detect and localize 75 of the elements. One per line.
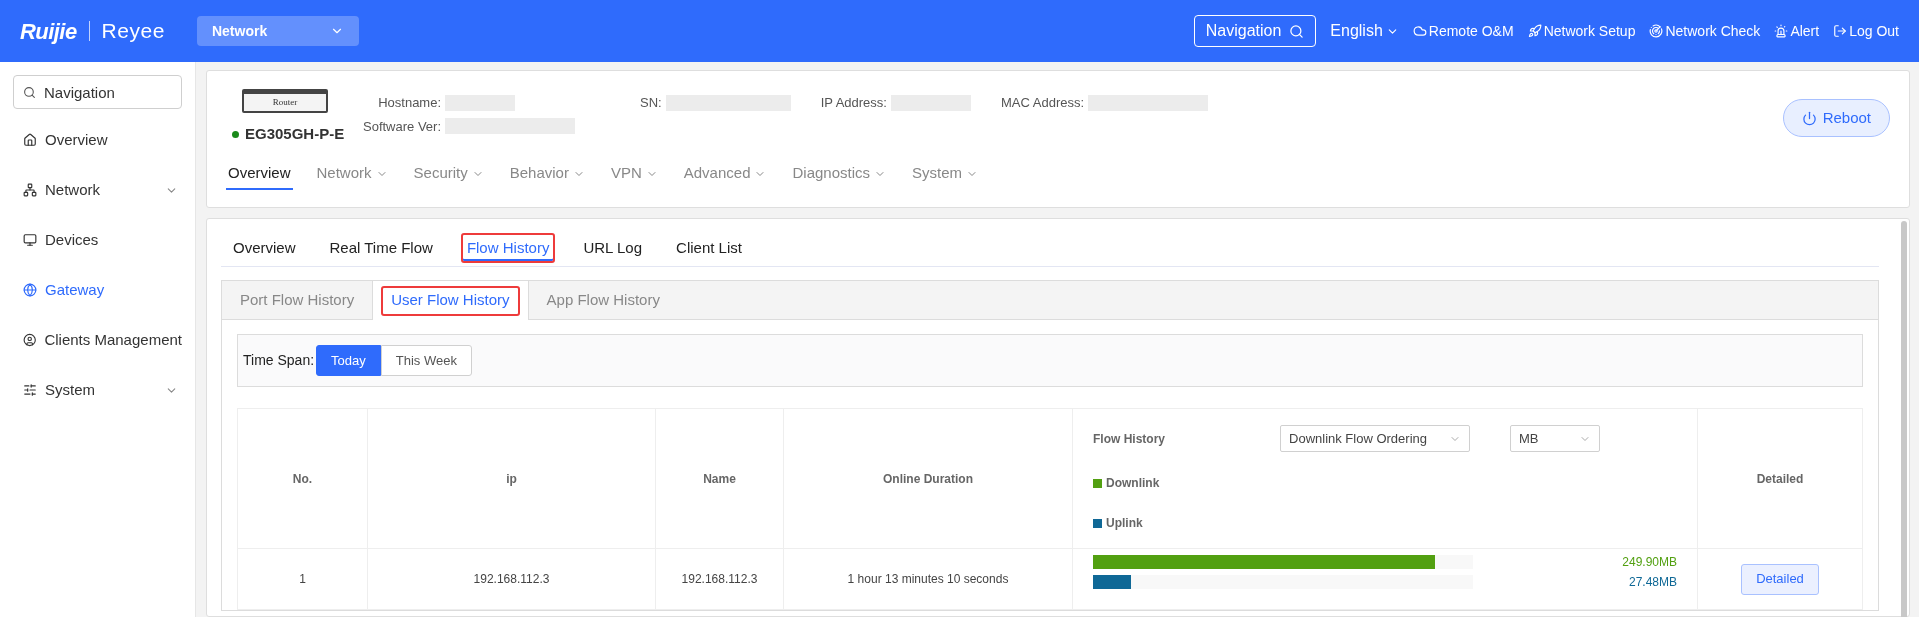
column-header: No. (238, 409, 368, 548)
column-header: ip (368, 409, 656, 548)
table-cell: 192.168.112.3 (368, 549, 656, 609)
sidebar-item[interactable]: System (13, 365, 182, 415)
column-header: Online Duration (784, 409, 1073, 548)
field-label: IP Address: (820, 94, 887, 112)
column-header: Detailed (1755, 470, 1805, 488)
content-tab[interactable]: URL Log (577, 233, 649, 263)
brand-logo: Ruijie (20, 17, 77, 46)
sliders-icon (23, 383, 37, 397)
sidebar-item[interactable]: Clients Management (13, 315, 182, 365)
monitor-icon (23, 233, 37, 247)
globe-icon (23, 283, 37, 297)
order-select[interactable]: Downlink Flow Ordering (1280, 425, 1470, 452)
router-drawing: Router (242, 89, 328, 113)
navigation-search-field[interactable]: Navigation (13, 75, 182, 109)
language-select[interactable]: English (1330, 19, 1399, 43)
flow-reading: 27.48MB (1628, 574, 1677, 591)
device-tab[interactable]: Overview (226, 159, 293, 190)
navigation-search-button[interactable]: Navigation (1193, 15, 1317, 47)
content-tab[interactable]: Real Time Flow (323, 233, 439, 263)
sub-tab[interactable]: Port Flow History (230, 285, 365, 315)
radar-icon (1649, 24, 1664, 38)
device-tab[interactable]: VPN (608, 159, 660, 190)
flow-reading: 249.90MB (1622, 554, 1677, 571)
table-cell: 192.168.112.3 (656, 549, 784, 609)
column-header: Flow History (1093, 430, 1165, 448)
field-label: MAC Address: (1000, 94, 1085, 112)
product-logo: Reyee (101, 18, 165, 45)
sidebar-item[interactable]: Overview (13, 115, 182, 165)
field-label: Hostname: (378, 94, 442, 112)
unit-select[interactable]: MB (1510, 425, 1600, 452)
home-icon (23, 133, 37, 147)
header-link[interactable]: Alert (1774, 20, 1820, 42)
device-tab[interactable]: Behavior (507, 159, 587, 190)
header-link[interactable]: Network Check (1649, 20, 1761, 42)
field-label: SN: (640, 94, 662, 112)
table-cell: 1 hour 13 minutes 10 seconds (784, 549, 1073, 609)
time-span-label: Time Span: (243, 351, 315, 370)
device-tab[interactable]: Diagnostics (790, 159, 889, 190)
device-tab[interactable]: Network (314, 159, 390, 190)
detailed-button[interactable]: Detailed (1741, 563, 1819, 595)
sidebar-item[interactable]: Devices (13, 215, 182, 265)
header-link[interactable]: Remote O&M (1412, 20, 1514, 42)
device-model: EG305GH-P-E (245, 124, 345, 144)
time-span-option[interactable]: This Week (380, 345, 472, 376)
sidebar-item[interactable]: Network (13, 165, 182, 215)
table-cell: 1 (238, 549, 368, 609)
content-tab[interactable]: Overview (227, 233, 302, 263)
sub-tab[interactable]: App Flow History (536, 285, 670, 315)
search-icon (23, 86, 36, 99)
reboot-button[interactable]: Reboot (1782, 99, 1890, 137)
device-tab[interactable]: Security (411, 159, 486, 190)
device-tab[interactable]: System (910, 159, 981, 190)
alarm-icon (1774, 24, 1789, 38)
content-tab[interactable]: Flow History (460, 233, 556, 263)
sidebar-item[interactable]: Gateway (13, 265, 182, 315)
device-tab[interactable]: Advanced (681, 159, 769, 190)
logout-icon (1833, 24, 1848, 38)
header-link[interactable]: Log Out (1833, 20, 1899, 42)
cloud-icon (1412, 24, 1427, 38)
column-header: Name (656, 409, 784, 548)
legend-label: Downlink (1106, 475, 1160, 492)
network-icon (23, 183, 37, 197)
network-select[interactable]: Network (196, 16, 359, 46)
content-tab[interactable]: Client List (670, 233, 748, 263)
field-label: Software Ver: (363, 117, 442, 136)
legend-label: Uplink (1106, 515, 1143, 532)
header-link[interactable]: Network Setup (1527, 20, 1636, 42)
time-span-option[interactable]: Today (316, 345, 381, 376)
power-icon (1801, 110, 1817, 126)
search-icon (1289, 23, 1305, 39)
sub-tab[interactable]: User Flow History (381, 285, 520, 316)
user-icon (23, 333, 37, 347)
rocket-icon (1527, 24, 1542, 38)
